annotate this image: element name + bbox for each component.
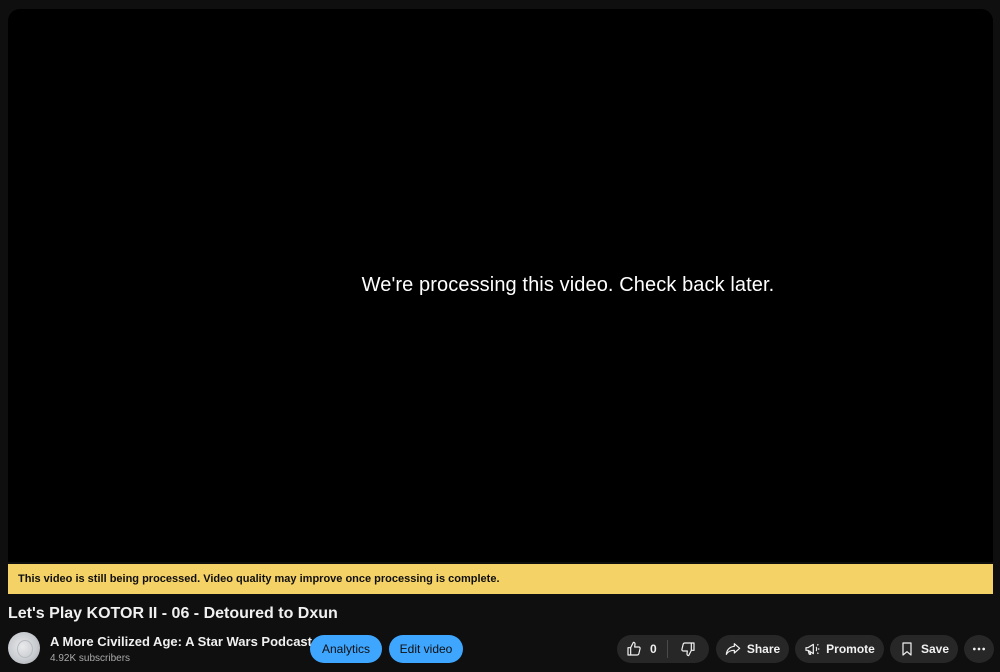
processing-banner-text: This video is still being processed. Vid… — [18, 573, 500, 585]
dislike-button[interactable] — [668, 635, 708, 663]
promote-button[interactable]: Promote — [795, 635, 884, 663]
promote-label: Promote — [826, 642, 875, 656]
save-button[interactable]: Save — [890, 635, 958, 663]
save-label: Save — [920, 642, 950, 656]
share-button[interactable]: Share — [716, 635, 789, 663]
video-player[interactable]: We're processing this video. Check back … — [8, 9, 993, 562]
more-horizontal-icon — [971, 641, 987, 657]
edit-video-button[interactable]: Edit video — [389, 635, 463, 663]
processing-banner: This video is still being processed. Vid… — [8, 564, 993, 594]
like-count: 0 — [650, 642, 657, 656]
megaphone-icon — [804, 641, 826, 657]
share-label: Share — [746, 642, 781, 656]
like-button[interactable]: 0 — [617, 635, 667, 663]
more-actions-button[interactable] — [964, 635, 994, 663]
channel-name[interactable]: A More Civilized Age: A Star Wars Podcas… — [50, 634, 312, 649]
processing-message: We're processing this video. Check back … — [361, 273, 775, 296]
subscriber-count: 4.92K subscribers — [50, 653, 131, 664]
channel-avatar[interactable] — [8, 632, 40, 664]
thumbs-down-icon — [680, 641, 696, 657]
like-dislike-group: 0 — [617, 635, 709, 663]
share-arrow-icon — [725, 641, 747, 657]
video-title: Let's Play KOTOR II - 06 - Detoured to D… — [8, 605, 338, 622]
bookmark-icon — [899, 641, 921, 657]
watch-page: We're processing this video. Check back … — [0, 0, 1000, 672]
thumbs-up-icon — [626, 641, 642, 657]
analytics-button[interactable]: Analytics — [310, 635, 382, 663]
